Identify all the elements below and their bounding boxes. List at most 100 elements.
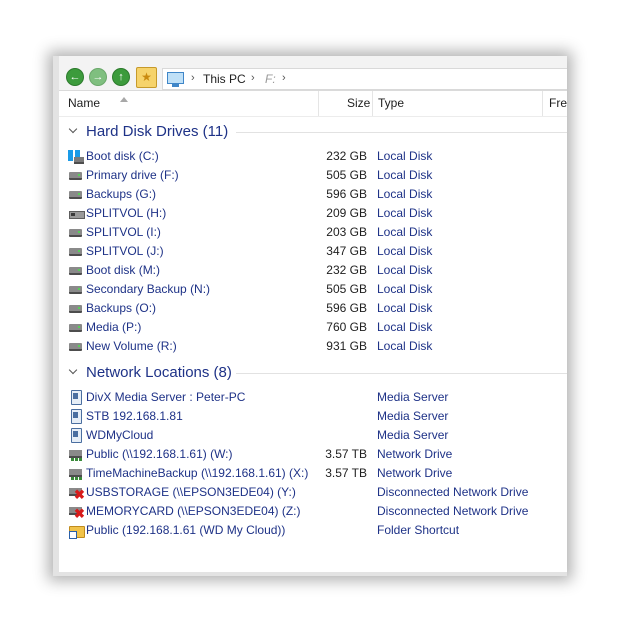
back-arrow-icon[interactable]: ← <box>66 68 84 86</box>
group-title: Hard Disk Drives (11) <box>86 123 229 140</box>
group-header[interactable]: Hard Disk Drives (11) <box>59 123 567 143</box>
folder-shortcut-icon <box>68 523 85 539</box>
group-divider <box>236 373 567 374</box>
breadcrumb-chevron-icon[interactable]: › <box>251 72 255 84</box>
list-item[interactable]: ✖ MEMORYCARD (\\EPSON3EDE04) (Z:) Disconne… <box>59 502 567 521</box>
item-name: USBSTORAGE (\\EPSON3EDE04) (Y:) <box>86 485 296 499</box>
list-item[interactable]: ✖ USBSTORAGE (\\EPSON3EDE04) (Y:) Disconne… <box>59 483 567 502</box>
item-name: Boot disk (C:) <box>86 149 159 163</box>
this-pc-icon <box>167 72 184 87</box>
breadcrumb-chevron-icon[interactable]: › <box>282 72 286 84</box>
item-size: 505 GB <box>326 168 367 182</box>
list-item[interactable]: WDMyCloud Media Server <box>59 426 567 445</box>
column-header-type[interactable]: Type <box>378 96 404 110</box>
address-bar[interactable]: › This PC › F: › <box>162 68 567 90</box>
column-header-row: Name Size Type Fre <box>59 91 567 117</box>
list-item[interactable]: STB 192.168.1.81 Media Server <box>59 407 567 426</box>
breadcrumb-drive[interactable]: F: <box>265 72 276 86</box>
list-item[interactable]: Public (192.168.1.61 (WD My Cloud)) Folde… <box>59 521 567 540</box>
list-item[interactable]: Media (P:) 760 GB Local Disk <box>59 318 567 337</box>
list-item[interactable]: Secondary Backup (N:) 505 GB Local Disk <box>59 280 567 299</box>
column-divider[interactable] <box>542 91 543 116</box>
collapse-chevron-icon[interactable] <box>68 365 78 375</box>
item-size: 347 GB <box>326 244 367 258</box>
item-type: Local Disk <box>377 282 433 296</box>
item-type: Local Disk <box>377 320 433 334</box>
item-type: Local Disk <box>377 339 433 353</box>
list-item[interactable]: SPLITVOL (J:) 347 GB Local Disk <box>59 242 567 261</box>
item-type: Local Disk <box>377 168 433 182</box>
item-name: WDMyCloud <box>86 428 154 442</box>
hard-drive-icon <box>68 168 84 182</box>
disconnected-drive-icon: ✖ <box>68 485 85 501</box>
collapse-chevron-icon[interactable] <box>68 124 78 134</box>
item-type: Network Drive <box>377 466 453 480</box>
item-size: 3.57 TB <box>325 466 367 480</box>
media-server-icon <box>68 390 84 405</box>
hard-drive-icon <box>68 187 84 201</box>
media-server-icon <box>68 428 84 443</box>
split-volume-icon <box>68 206 85 220</box>
column-header-size[interactable]: Size <box>347 96 370 110</box>
item-type: Network Drive <box>377 447 453 461</box>
up-arrow-icon[interactable]: ↑ <box>112 68 130 86</box>
group-divider <box>236 132 567 133</box>
item-name: New Volume (R:) <box>86 339 177 353</box>
forward-arrow-icon[interactable]: → <box>89 68 107 86</box>
item-name: SPLITVOL (H:) <box>86 206 167 220</box>
list-item[interactable]: Public (\\192.168.1.61) (W:) 3.57 TB Netwo… <box>59 445 567 464</box>
item-name: STB 192.168.1.81 <box>86 409 183 423</box>
column-header-free-space[interactable]: Fre <box>549 96 567 110</box>
column-divider[interactable] <box>318 91 319 116</box>
list-item[interactable]: Primary drive (F:) 505 GB Local Disk <box>59 166 567 185</box>
breadcrumb-this-pc[interactable]: This PC <box>203 72 246 86</box>
hard-drive-icon <box>68 339 84 353</box>
hard-drive-icon <box>68 263 84 277</box>
list-item[interactable]: Backups (O:) 596 GB Local Disk <box>59 299 567 318</box>
item-name: Boot disk (M:) <box>86 263 161 277</box>
list-item[interactable]: SPLITVOL (H:) 209 GB Local Disk <box>59 204 567 223</box>
item-size: 232 GB <box>326 263 367 277</box>
network-drive-icon <box>68 466 84 480</box>
item-type: Media Server <box>377 390 449 404</box>
breadcrumb-chevron-icon[interactable]: › <box>191 72 195 84</box>
explorer-window: ← → ↑ ★ › This PC › F: › Name Size Type … <box>53 56 567 576</box>
item-type: Disconnected Network Drive <box>377 485 529 499</box>
item-name: DivX Media Server : Peter-PC <box>86 390 246 404</box>
group-title: Network Locations (8) <box>86 364 232 381</box>
list-item[interactable]: Backups (G:) 596 GB Local Disk <box>59 185 567 204</box>
item-size: 3.57 TB <box>325 447 367 461</box>
hard-drive-icon <box>68 301 84 315</box>
disconnected-drive-icon: ✖ <box>68 504 85 520</box>
sort-ascending-icon <box>120 97 128 102</box>
item-type: Local Disk <box>377 301 433 315</box>
list-item[interactable]: Boot disk (C:) 232 GB Local Disk <box>59 147 567 166</box>
list-item[interactable]: New Volume (R:) 931 GB Local Disk <box>59 337 567 356</box>
hard-drive-icon <box>68 320 84 334</box>
list-item[interactable]: DivX Media Server : Peter-PC Media Server <box>59 388 567 407</box>
column-divider[interactable] <box>372 91 373 116</box>
network-drive-icon <box>68 447 84 461</box>
item-size: 505 GB <box>326 282 367 296</box>
list-item[interactable]: SPLITVOL (I:) 203 GB Local Disk <box>59 223 567 242</box>
item-name: Backups (O:) <box>86 301 157 315</box>
item-type: Local Disk <box>377 149 433 163</box>
windows-drive-icon <box>68 149 84 164</box>
list-item[interactable]: Boot disk (M:) 232 GB Local Disk <box>59 261 567 280</box>
item-name: TimeMachineBackup (\\192.168.1.61) (X:) <box>86 466 309 480</box>
column-header-name[interactable]: Name <box>68 96 100 110</box>
list-item[interactable]: TimeMachineBackup (\\192.168.1.61) (X:) 3… <box>59 464 567 483</box>
item-name: MEMORYCARD (\\EPSON3EDE04) (Z:) <box>86 504 301 518</box>
hard-drive-icon <box>68 225 84 239</box>
item-name: Public (\\192.168.1.61) (W:) <box>86 447 233 461</box>
item-size: 209 GB <box>326 206 367 220</box>
item-type: Local Disk <box>377 206 433 220</box>
group-header[interactable]: Network Locations (8) <box>59 364 567 384</box>
item-size: 203 GB <box>326 225 367 239</box>
favorites-star-icon[interactable]: ★ <box>136 67 157 88</box>
item-type: Disconnected Network Drive <box>377 504 529 518</box>
item-name: Secondary Backup (N:) <box>86 282 211 296</box>
item-size: 596 GB <box>326 187 367 201</box>
item-type: Media Server <box>377 428 449 442</box>
item-type: Local Disk <box>377 263 433 277</box>
